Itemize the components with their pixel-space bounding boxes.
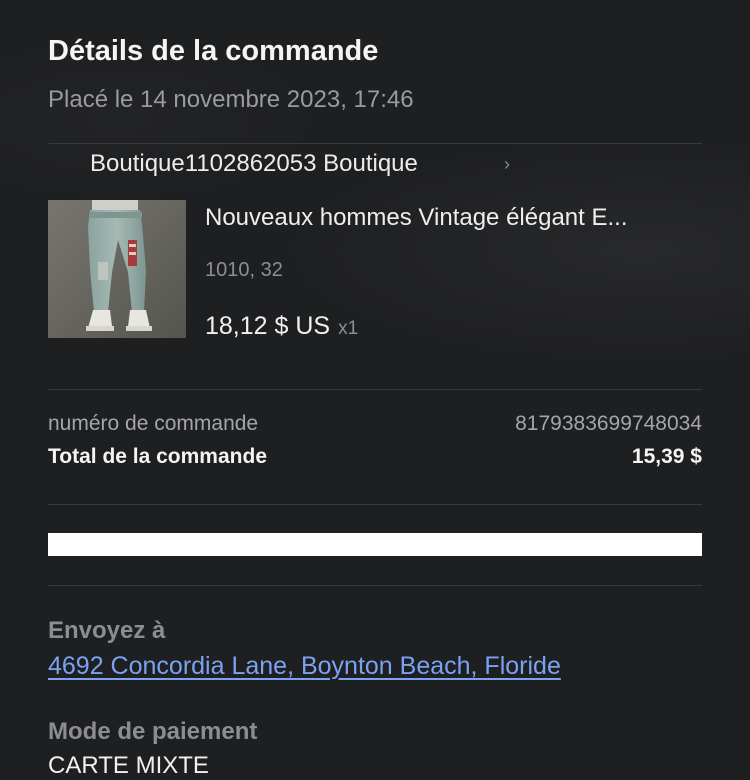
product-price-line: 18,12 $ US x1 xyxy=(205,312,358,341)
divider xyxy=(48,143,702,144)
shop-name: Boutique1102862053 Boutique xyxy=(90,150,418,177)
payment-heading: Mode de paiement xyxy=(48,718,258,745)
shop-link[interactable]: Boutique1102862053 Boutique › xyxy=(48,146,702,186)
divider xyxy=(48,389,702,390)
order-placed-date: Placé le 14 novembre 2023, 17:46 xyxy=(48,86,414,113)
order-number-row: numéro de commande 8179383699748034 xyxy=(48,412,702,442)
order-details-page: Détails de la commande Placé le 14 novem… xyxy=(48,0,702,779)
chevron-right-icon: › xyxy=(504,154,510,174)
shipping-address-link[interactable]: 4692 Concordia Lane, Boynton Beach, Flor… xyxy=(48,652,561,681)
order-number-value: 8179383699748034 xyxy=(515,412,702,435)
product-image[interactable] xyxy=(48,200,186,338)
order-total-row: Total de la commande 15,39 $ xyxy=(48,445,702,475)
divider xyxy=(48,585,702,586)
page-title: Détails de la commande xyxy=(48,35,379,67)
order-total-label: Total de la commande xyxy=(48,445,267,468)
divider xyxy=(48,504,702,505)
order-number-label: numéro de commande xyxy=(48,412,259,435)
product-quantity: x1 xyxy=(338,318,359,339)
order-total-value: 15,39 $ xyxy=(631,445,702,468)
product-variant: 1010, 32 xyxy=(205,259,283,281)
product-price: 18,12 $ US xyxy=(205,312,331,340)
product-title[interactable]: Nouveaux hommes Vintage élégant E... xyxy=(205,204,702,232)
payment-method: CARTE MIXTE xyxy=(48,752,209,779)
shipping-heading: Envoyez à xyxy=(48,617,166,644)
white-banner xyxy=(48,533,702,556)
